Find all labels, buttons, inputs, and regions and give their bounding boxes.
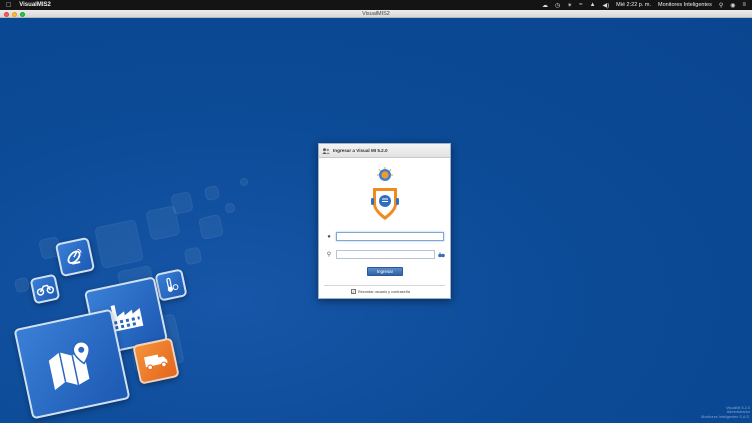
truck-card <box>132 337 180 385</box>
version-info: VisualMI 5.2.0 Administrador Monitores I… <box>701 406 750 420</box>
volume-icon[interactable]: ◀) <box>603 2 610 9</box>
truck-icon <box>143 354 168 371</box>
users-icon <box>322 147 330 154</box>
siri-icon[interactable]: ◉ <box>730 2 735 9</box>
decor-tile <box>224 202 236 214</box>
menu-bar:  VisualMIS2 ☁ ◷ ✴ ≈ ▲ ◀) Mié 2:22 p. m.… <box>0 0 752 10</box>
menu-clock[interactable]: Mié 2:22 p. m. <box>616 2 651 8</box>
menu-user[interactable]: Monitores Inteligentes <box>658 2 712 8</box>
decor-tile <box>13 276 31 294</box>
zoom-window-button[interactable] <box>20 11 25 17</box>
username-row: ● <box>325 232 444 241</box>
bluetooth-icon[interactable]: ✴ <box>567 2 572 9</box>
user-icon: ● <box>327 233 331 240</box>
username-input[interactable] <box>336 232 444 241</box>
motorcycle-card <box>29 273 61 305</box>
temperature-card <box>154 268 188 302</box>
window-title: VisualMIS2 <box>362 10 390 17</box>
minimize-window-button[interactable] <box>12 11 17 17</box>
satellite-dish-icon <box>67 248 82 265</box>
show-password-icon[interactable] <box>438 245 445 263</box>
satellite-card <box>54 236 96 278</box>
thermometer-icon <box>166 277 179 292</box>
close-window-button[interactable] <box>4 11 9 17</box>
password-row: ⚲ <box>325 245 445 263</box>
dialog-divider <box>324 285 445 286</box>
login-submit-button[interactable]: Ingresar <box>367 267 403 276</box>
decor-tile <box>239 177 249 187</box>
map-card <box>13 308 131 420</box>
wifi-icon[interactable]: ≈ <box>579 2 582 8</box>
decor-tile <box>197 213 225 241</box>
decor-tile <box>203 184 221 202</box>
visualmi-logo <box>371 167 399 220</box>
history-icon[interactable]: ◷ <box>555 2 560 9</box>
login-dialog-header: Ingresar a Visual MI 5.2.0 <box>319 144 450 158</box>
key-icon: ⚲ <box>326 251 332 258</box>
cloud-icon[interactable]: ☁ <box>542 2 548 9</box>
map-location-icon <box>48 341 90 391</box>
company-line: Monitores Inteligentes S.A.S. <box>701 415 750 420</box>
login-dialog: Ingresar a Visual MI 5.2.0 ● ⚲ Ingresar … <box>318 143 451 299</box>
window-controls <box>4 11 25 17</box>
decor-tile <box>94 219 144 269</box>
motorcycle-icon <box>36 284 55 296</box>
decor-tile <box>170 191 194 215</box>
remember-credentials-row[interactable]: ✓ Recordar usuario y contraseña <box>351 289 410 294</box>
login-dialog-title: Ingresar a Visual MI 5.2.0 <box>333 148 388 153</box>
apple-menu-icon[interactable]:  <box>6 2 11 9</box>
remember-checkbox[interactable]: ✓ <box>351 289 356 294</box>
status-area: ☁ ◷ ✴ ≈ ▲ ◀) Mié 2:22 p. m. Monitores In… <box>542 2 746 9</box>
spotlight-search-icon[interactable]: ⚲ <box>719 2 723 9</box>
password-input[interactable] <box>336 249 435 259</box>
decor-tile <box>183 246 203 266</box>
window-title-bar: VisualMIS2 <box>0 10 752 18</box>
notification-center-icon[interactable]: ≡ <box>742 2 746 8</box>
remember-label: Recordar usuario y contraseña <box>358 289 410 294</box>
airplay-icon[interactable]: ▲ <box>590 2 596 8</box>
app-menu-name[interactable]: VisualMIS2 <box>19 2 51 8</box>
